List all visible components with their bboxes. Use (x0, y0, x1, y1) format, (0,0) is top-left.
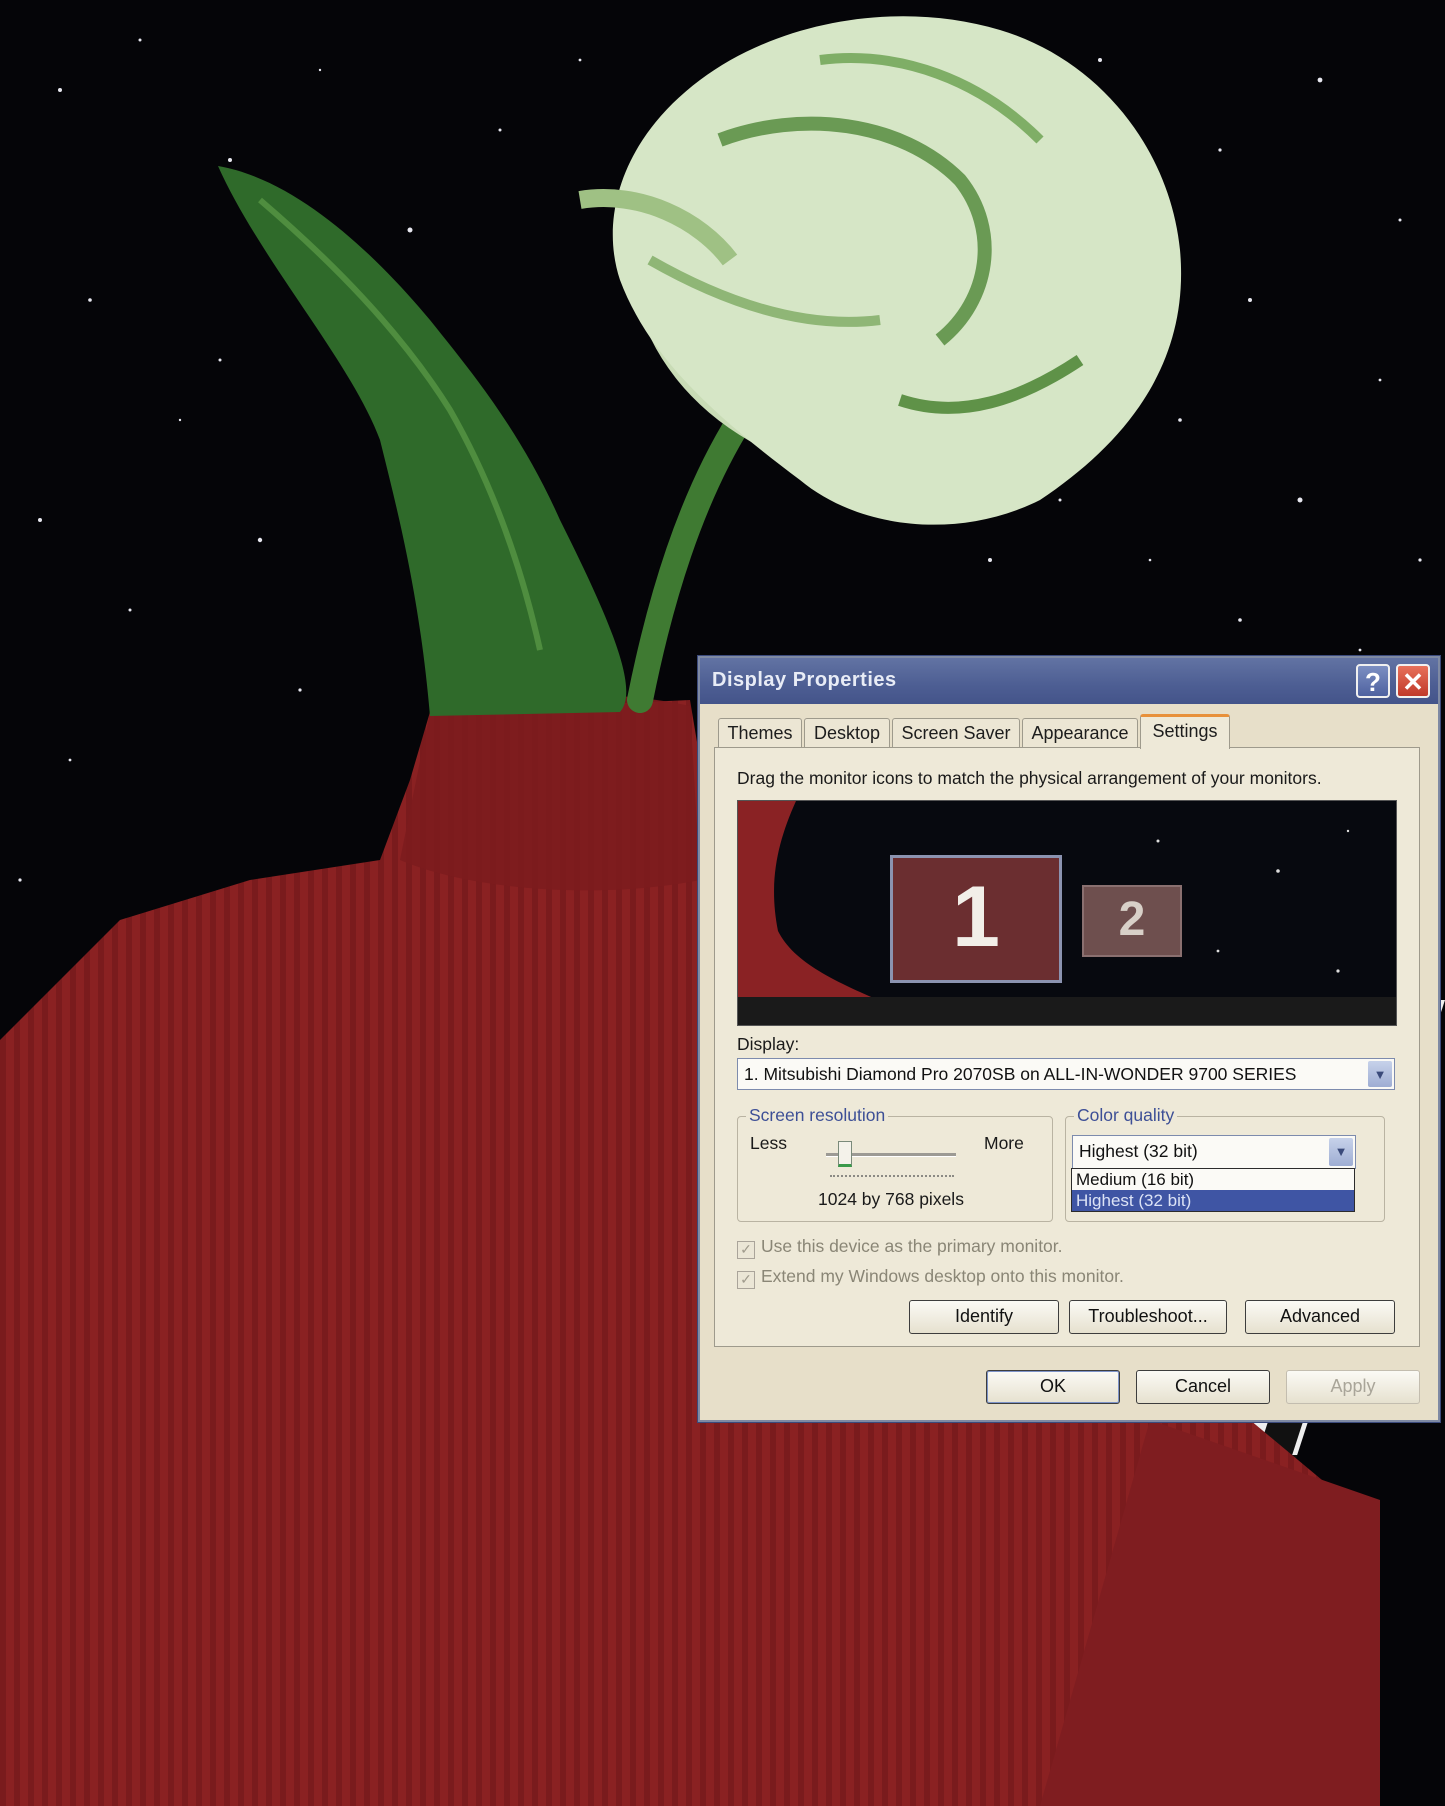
slider-ticks (830, 1175, 954, 1181)
primary-monitor-label: Use this device as the primary monitor. (761, 1236, 1063, 1256)
option-medium-16-bit[interactable]: Medium (16 bit) (1072, 1169, 1354, 1190)
title-bar[interactable]: Display Properties ? ✕ (700, 658, 1438, 704)
display-select[interactable]: 1. Mitsubishi Diamond Pro 2070SB on ALL-… (737, 1058, 1395, 1090)
tab-themes[interactable]: Themes (718, 718, 802, 748)
monitor-2-number: 2 (1118, 893, 1146, 946)
tab-appearance[interactable]: Appearance (1022, 718, 1138, 748)
checkmark-icon: ✓ (737, 1271, 755, 1289)
help-button[interactable]: ? (1356, 664, 1390, 698)
color-quality-legend: Color quality (1074, 1105, 1178, 1126)
display-label: Display: (737, 1034, 800, 1054)
tab-screen-saver[interactable]: Screen Saver (892, 718, 1020, 748)
identify-button[interactable]: Identify (909, 1300, 1059, 1334)
advanced-button[interactable]: Advanced (1245, 1300, 1395, 1334)
preview-collage (738, 801, 1396, 1025)
apply-button[interactable]: Apply (1286, 1370, 1420, 1404)
screen-resolution-legend: Screen resolution (746, 1105, 889, 1126)
display-select-value: 1. Mitsubishi Diamond Pro 2070SB on ALL-… (744, 1064, 1297, 1084)
color-quality-dropdown-list: Medium (16 bit) Highest (32 bit) (1071, 1168, 1355, 1212)
option-highest-32-bit[interactable]: Highest (32 bit) (1072, 1190, 1354, 1211)
close-icon: ✕ (1402, 667, 1424, 697)
color-quality-value: Highest (32 bit) (1079, 1141, 1198, 1161)
dialog-title: Display Properties (712, 669, 897, 691)
checkmark-icon: ✓ (737, 1241, 755, 1259)
settings-panel: Drag the monitor icons to match the phys… (714, 747, 1420, 1347)
monitor-2-icon[interactable]: 2 (1082, 885, 1182, 957)
chevron-down-icon[interactable]: ▼ (1368, 1061, 1392, 1087)
close-button[interactable]: ✕ (1396, 664, 1430, 698)
monitor-1-icon[interactable]: 1 (890, 855, 1062, 983)
color-quality-select[interactable]: Highest (32 bit) ▼ (1072, 1135, 1356, 1169)
troubleshoot-button[interactable]: Troubleshoot... (1069, 1300, 1227, 1334)
instruction-text: Drag the monitor icons to match the phys… (737, 768, 1322, 788)
extend-desktop-label: Extend my Windows desktop onto this moni… (761, 1266, 1124, 1286)
tab-desktop[interactable]: Desktop (804, 718, 890, 748)
more-label: More (984, 1133, 1024, 1153)
less-label: Less (750, 1133, 787, 1153)
chevron-down-icon[interactable]: ▼ (1329, 1138, 1353, 1166)
primary-monitor-checkbox[interactable]: ✓ Use this device as the primary monitor. (737, 1236, 1063, 1259)
tab-settings[interactable]: Settings (1140, 714, 1230, 749)
resolution-value: 1024 by 768 pixels (818, 1189, 964, 1209)
display-properties-dialog: Display Properties ? ✕ Themes Desktop Sc… (698, 656, 1440, 1422)
screen-resolution-group: Screen resolution Less More 1024 by 768 … (737, 1105, 1053, 1222)
ok-button[interactable]: OK (986, 1370, 1120, 1404)
cancel-button[interactable]: Cancel (1136, 1370, 1270, 1404)
extend-desktop-checkbox[interactable]: ✓ Extend my Windows desktop onto this mon… (737, 1266, 1124, 1289)
question-icon: ? (1365, 667, 1381, 697)
monitor-1-number: 1 (952, 869, 1000, 965)
resolution-slider-thumb[interactable] (838, 1141, 852, 1167)
monitor-arrangement-preview: 1 2 (737, 800, 1397, 1026)
